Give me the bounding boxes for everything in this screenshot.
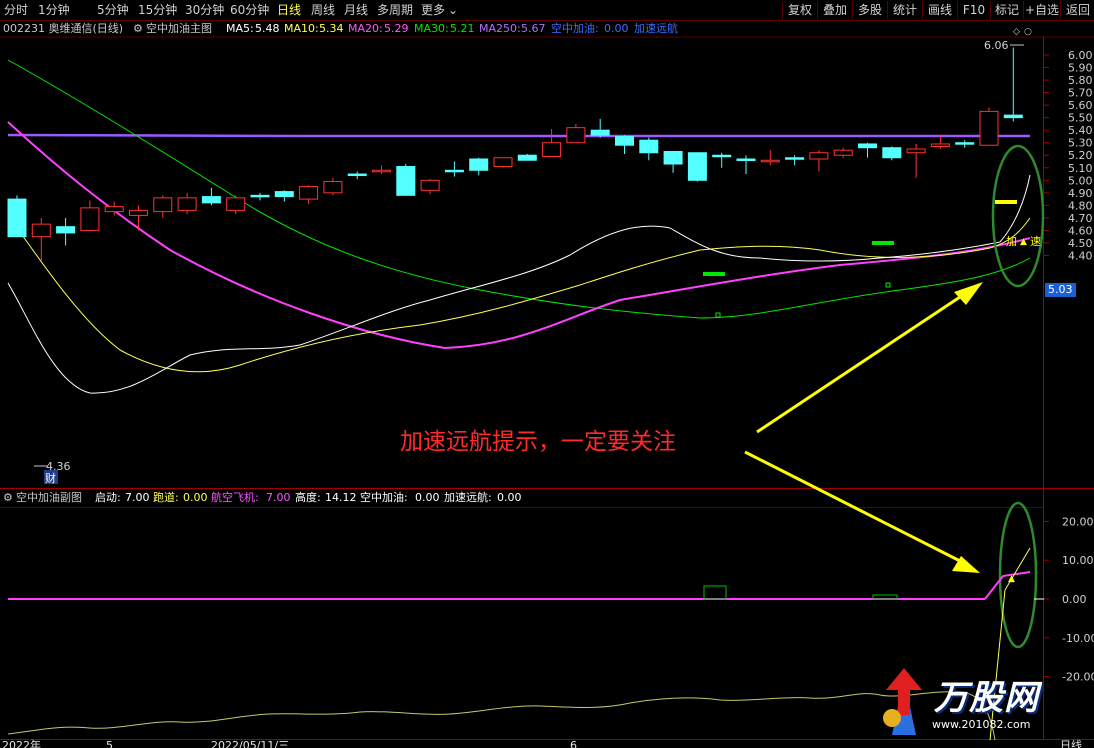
circle-icon: ○ (1024, 27, 1032, 37)
candle-body[interactable] (250, 194, 270, 198)
candle-body[interactable] (979, 110, 999, 146)
logo-mark-icon (883, 668, 922, 735)
candle-body[interactable] (542, 142, 562, 157)
price-axis-label: 5.20 (1068, 149, 1093, 162)
candle-body[interactable] (104, 206, 124, 213)
candle-body[interactable] (712, 154, 732, 158)
ma30-line (7, 59, 1031, 319)
candle-body[interactable] (323, 181, 343, 194)
price-axis-label: 4.40 (1068, 249, 1093, 262)
candle-body[interactable] (372, 169, 391, 173)
candle-body[interactable] (882, 147, 902, 159)
price-axis: 6.005.905.805.705.605.505.405.305.205.10… (1044, 49, 1093, 262)
signal-su-label: 速 (1030, 235, 1041, 248)
price-axis-label: 4.90 (1068, 187, 1093, 200)
candle-body[interactable] (785, 157, 805, 160)
price-axis-label: 4.80 (1068, 199, 1093, 212)
candle-body[interactable] (226, 197, 246, 211)
candle-body[interactable] (687, 152, 707, 181)
price-axis-label: 5.70 (1068, 87, 1093, 100)
candle-body[interactable] (833, 149, 853, 156)
ma250-line (7, 133, 1030, 138)
candle-body[interactable] (274, 191, 294, 198)
current-price-tag: 5.03 (1045, 283, 1076, 297)
brand-logo: 万股网 www.201082.com (872, 660, 1072, 740)
candle-body[interactable] (639, 139, 659, 154)
date-label-4: 6 (570, 739, 577, 748)
price-axis-label: 5.90 (1068, 62, 1093, 75)
candle-body[interactable] (153, 197, 173, 213)
candle-body[interactable] (736, 158, 756, 161)
candle-body[interactable] (615, 135, 634, 146)
logo-url: www.201082.com (932, 718, 1031, 731)
candle-body[interactable] (347, 173, 367, 177)
price-axis-label: 5.40 (1068, 124, 1093, 137)
candle-body[interactable] (469, 158, 489, 171)
price-axis-label: 5.00 (1068, 174, 1093, 187)
candle-body[interactable] (7, 198, 27, 238)
sub-axis-label: 10.00 (1062, 554, 1094, 567)
candle-body[interactable] (517, 154, 537, 161)
candle-body[interactable] (906, 148, 926, 154)
rise-signal-marker (995, 200, 1017, 204)
candle-body[interactable] (56, 226, 76, 234)
price-axis-label: 5.60 (1068, 99, 1093, 112)
annotation-arrow-upper (756, 291, 967, 434)
sub-signal-triangle-icon: ▲ (1008, 574, 1015, 584)
signal-triangle-icon: ▲ (1020, 237, 1027, 247)
arrow-head-upper (954, 282, 983, 305)
date-label-3: 2022/05/11/三 (211, 739, 289, 748)
price-axis-label: 5.30 (1068, 137, 1093, 150)
price-axis-label: 5.80 (1068, 74, 1093, 87)
candle-body[interactable] (420, 179, 440, 191)
candle-body[interactable] (493, 157, 513, 168)
sub-axis-label: -10.00 (1062, 632, 1094, 645)
candlestick-series (7, 47, 1023, 261)
candle-body[interactable] (809, 152, 829, 160)
price-axis-label: 4.60 (1068, 224, 1093, 237)
candle-body[interactable] (590, 129, 610, 136)
ma30-marker (885, 282, 891, 288)
price-axis-label: 6.00 (1068, 49, 1093, 62)
candle-body[interactable] (177, 197, 197, 211)
candle-body[interactable] (858, 143, 877, 149)
highlight-ellipse-main (991, 144, 1045, 288)
candle-body[interactable] (760, 159, 780, 163)
candle-body[interactable] (1003, 114, 1023, 119)
date-label-1: 2022年 (2, 738, 41, 748)
candle-body[interactable] (566, 127, 586, 144)
candle-body[interactable] (930, 143, 950, 147)
sub-green-box (703, 585, 727, 600)
ma30-marker (715, 312, 721, 318)
logo-text: 万股网 (934, 678, 1039, 718)
price-axis-label: 4.70 (1068, 212, 1093, 225)
candle-body[interactable] (129, 209, 148, 216)
date-label-2: 5 (106, 739, 113, 748)
candle-body[interactable] (955, 142, 975, 145)
candle-body[interactable] (31, 223, 51, 238)
signal-marker (703, 272, 725, 276)
candle-body[interactable] (80, 207, 100, 231)
sub-axis-label: 0.00 (1062, 593, 1087, 606)
sub-axis: 20.0010.000.00-10.00-20.00 (1044, 515, 1094, 684)
annotation-text: 加速远航提示，一定要关注 (400, 429, 676, 455)
price-axis-label: 5.10 (1068, 162, 1093, 175)
candle-body[interactable] (444, 169, 464, 173)
high-mark-label: 6.06 (984, 39, 1009, 52)
signal-marker (872, 241, 894, 245)
price-axis-label: 5.50 (1068, 112, 1093, 125)
candle-body[interactable] (396, 166, 416, 196)
price-axis-label: 4.50 (1068, 237, 1093, 250)
cai-badge[interactable]: 财 (45, 471, 56, 485)
candle-body[interactable] (663, 150, 683, 165)
chart-canvas: 6.005.905.805.705.605.505.405.305.205.10… (0, 27, 1094, 748)
candle-body[interactable] (299, 186, 319, 200)
signal-jia-label: 加 (1006, 235, 1017, 248)
candle-body[interactable] (201, 196, 221, 204)
sub-axis-label: 20.00 (1062, 515, 1094, 528)
diamond-icon: ◇ (1013, 27, 1020, 37)
sub-wave-line (7, 691, 996, 741)
